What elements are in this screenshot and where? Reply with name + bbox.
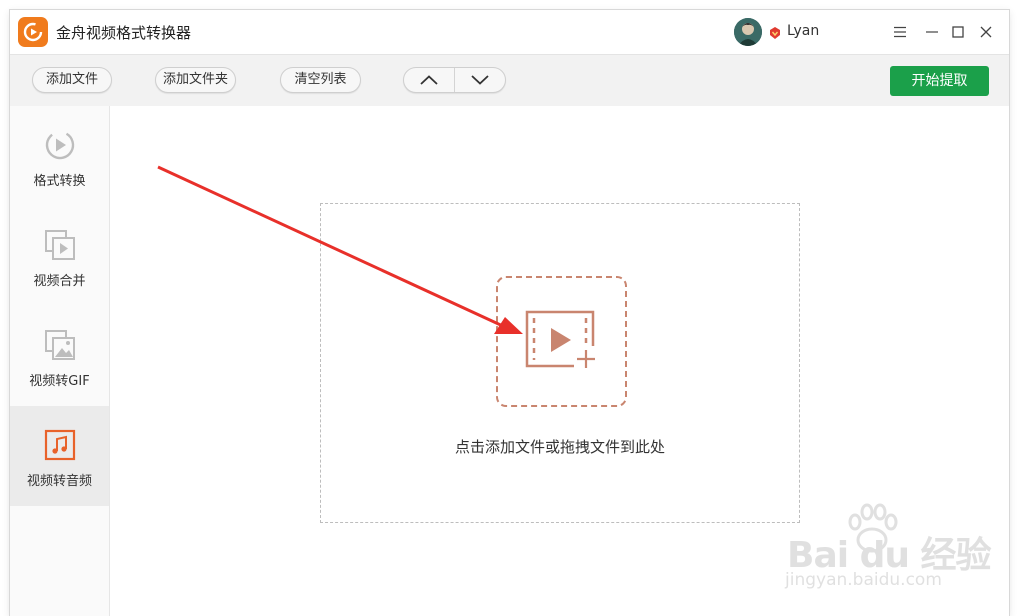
move-up-button[interactable] (404, 68, 455, 92)
chevron-up-icon (420, 75, 438, 85)
chevron-down-icon (471, 75, 489, 85)
toolbar: 添加文件 添加文件夹 清空列表 开始提取 (10, 54, 1009, 108)
title-bar: 金舟视频格式转换器 Lyan (10, 10, 1009, 54)
maximize-icon[interactable] (948, 22, 968, 42)
username[interactable]: Lyan (787, 23, 819, 39)
add-video-button[interactable] (496, 276, 627, 407)
sidebar-item-video-to-gif[interactable]: 视频转GIF (10, 306, 109, 406)
watermark-url: jingyan.baidu.com (785, 570, 942, 590)
app-title: 金舟视频格式转换器 (56, 24, 192, 42)
vip-badge-icon (768, 25, 782, 39)
app-logo-icon (18, 17, 48, 47)
sidebar-item-video-to-audio[interactable]: 视频转音频 (10, 406, 109, 506)
music-note-icon (43, 428, 77, 462)
sidebar-item-label: 视频转GIF (29, 374, 90, 389)
baidu-watermark: Bai du 经验 jingyan.baidu.com (775, 500, 1015, 600)
minimize-icon[interactable] (922, 22, 942, 42)
convert-play-icon (43, 128, 77, 162)
move-down-button[interactable] (455, 68, 505, 92)
sidebar-item-label: 格式转换 (33, 174, 86, 189)
gif-image-icon (43, 328, 77, 362)
add-video-icon (525, 310, 598, 370)
sidebar-item-format-convert[interactable]: 格式转换 (10, 106, 109, 206)
sidebar-item-label: 视频合并 (33, 274, 86, 289)
sidebar-item-label: 视频转音频 (26, 474, 92, 489)
close-icon[interactable] (976, 22, 996, 42)
start-extract-button[interactable]: 开始提取 (890, 66, 989, 96)
clear-list-button[interactable]: 清空列表 (280, 67, 361, 93)
drop-hint-text: 点击添加文件或拖拽文件到此处 (454, 438, 665, 456)
add-folder-button[interactable]: 添加文件夹 (155, 67, 236, 93)
sidebar-item-video-merge[interactable]: 视频合并 (10, 206, 109, 306)
add-file-button[interactable]: 添加文件 (32, 67, 112, 93)
video-merge-icon (43, 228, 77, 262)
move-up-down-group (403, 67, 506, 93)
file-drop-zone[interactable]: 点击添加文件或拖拽文件到此处 (320, 203, 800, 523)
menu-icon[interactable] (890, 22, 910, 42)
sidebar: 格式转换 视频合并 视频转GIF 视频转音频 (10, 106, 110, 616)
user-avatar[interactable] (734, 18, 762, 46)
